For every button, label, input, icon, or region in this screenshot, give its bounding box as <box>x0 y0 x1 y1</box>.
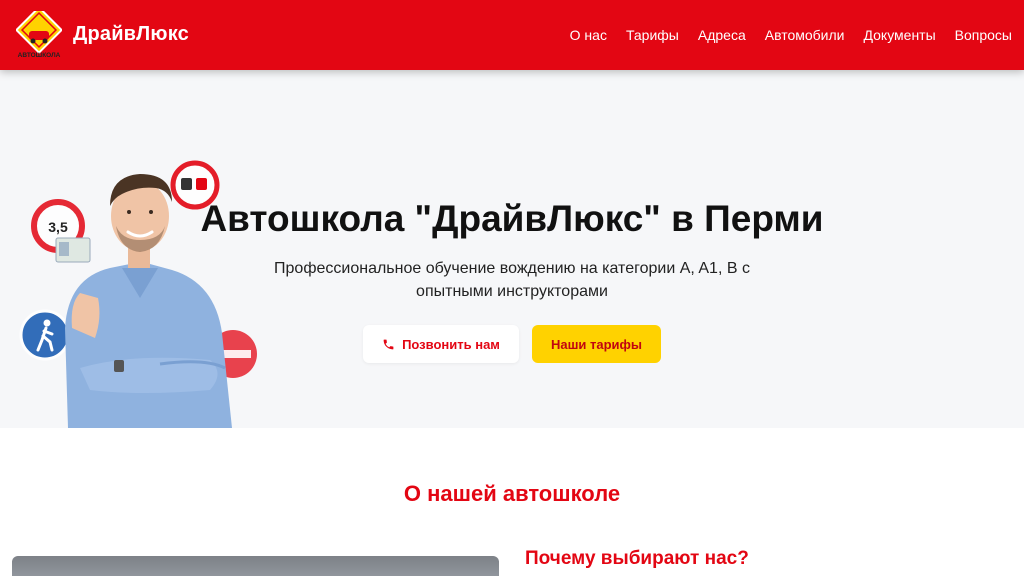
nav-cars[interactable]: Автомобили <box>765 27 845 43</box>
nav-addresses[interactable]: Адреса <box>698 27 746 43</box>
nav-documents[interactable]: Документы <box>863 27 935 43</box>
call-us-label: Позвонить нам <box>402 336 500 352</box>
main-nav: О нас Тарифы Адреса Автомобили Документы… <box>570 27 1012 43</box>
site-header: АВТОШКОЛА ДрайвЛюкс О нас Тарифы Адреса … <box>0 0 1024 70</box>
pedestrian-sign-icon <box>19 309 71 361</box>
about-section-title: О нашей автошколе <box>403 481 621 506</box>
hero-section: 3,5 Автошкола "ДрайвЛюкс" в Перми Профес… <box>0 70 1024 428</box>
call-us-button[interactable]: Позвонить нам <box>363 325 519 363</box>
why-us-title: Почему выбирают нас? <box>525 548 749 569</box>
tariffs-button[interactable]: Наши тарифы <box>532 325 661 363</box>
hero-title: Автошкола "ДрайвЛюкс" в Перми <box>200 198 824 239</box>
brand-name[interactable]: ДрайвЛюкс <box>73 23 189 46</box>
logo[interactable]: АВТОШКОЛА <box>14 5 64 59</box>
logo-icon: АВТОШКОЛА <box>14 5 64 59</box>
nav-tariffs[interactable]: Тарифы <box>626 27 679 43</box>
nav-faq[interactable]: Вопросы <box>955 27 1012 43</box>
hero-subtitle: Профессиональное обучение вождению на ка… <box>274 260 750 300</box>
nav-about[interactable]: О нас <box>570 27 607 43</box>
logo-text: АВТОШКОЛА <box>18 52 61 59</box>
phone-icon <box>383 339 394 349</box>
about-photo <box>12 556 499 576</box>
tariffs-label: Наши тарифы <box>550 336 643 352</box>
hero-illustration: 3,5 <box>19 160 257 428</box>
